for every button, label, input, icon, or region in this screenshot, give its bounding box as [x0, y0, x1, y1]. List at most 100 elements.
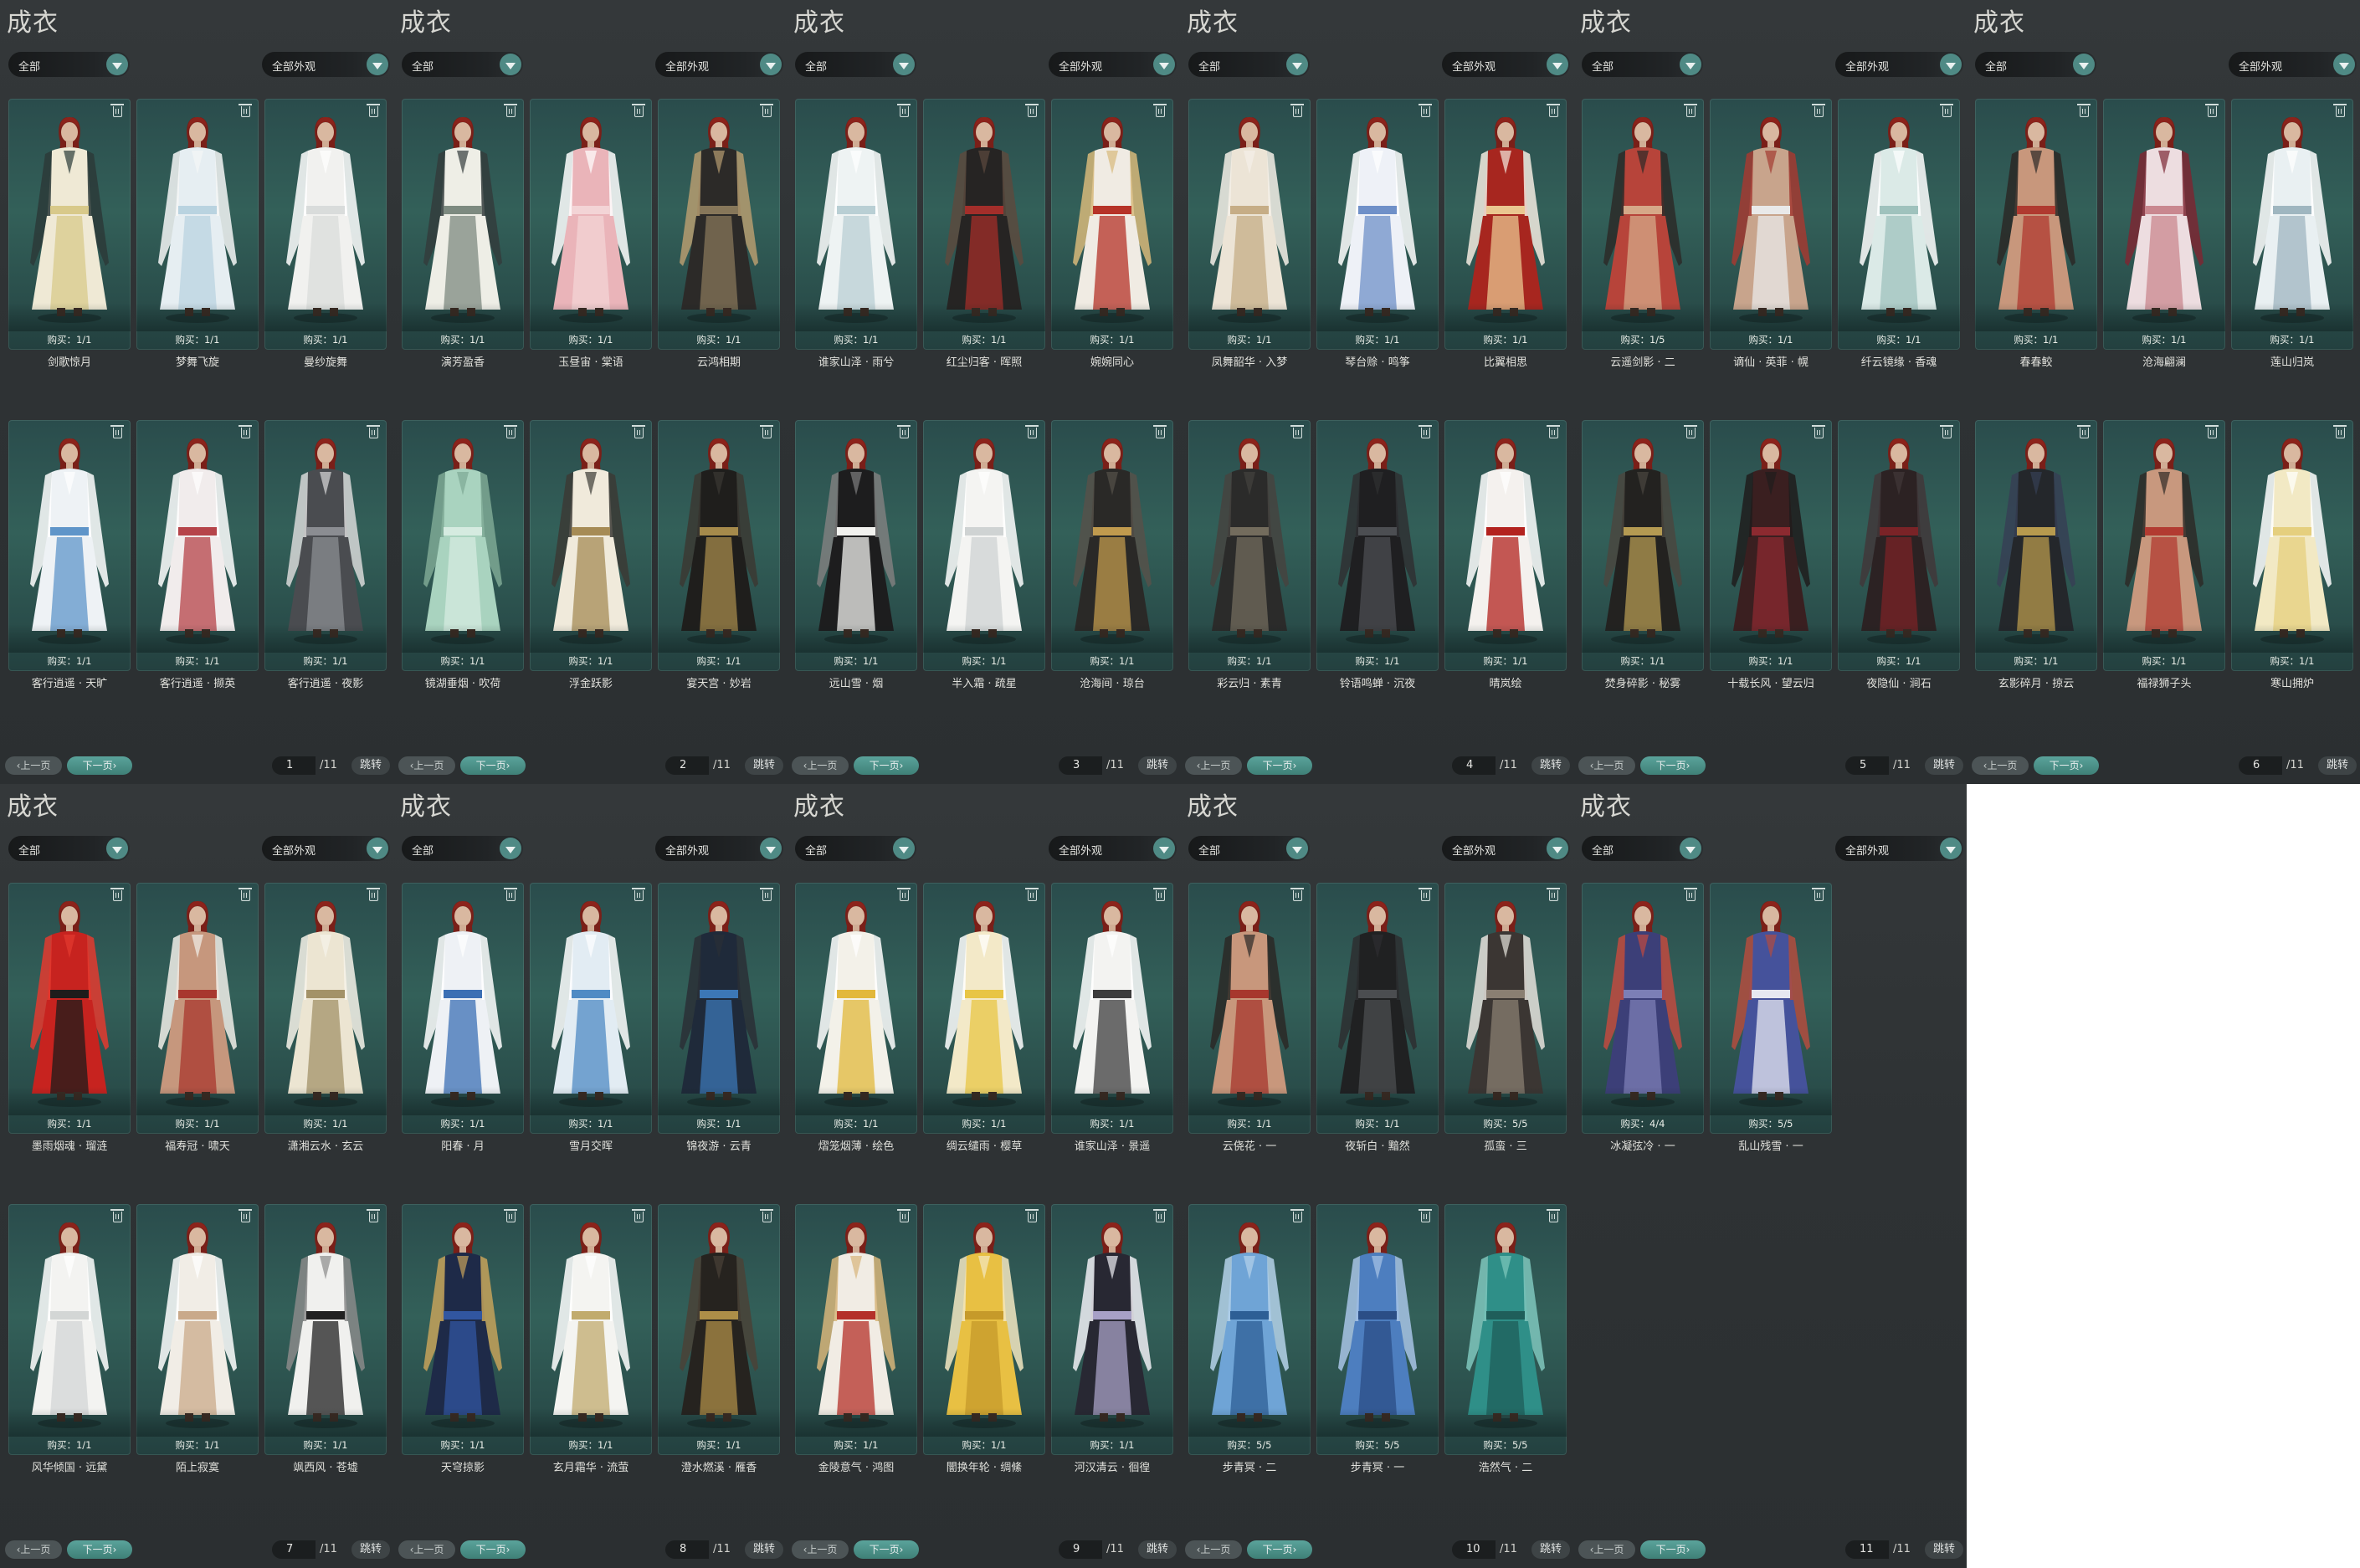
- trash-icon[interactable]: [1419, 104, 1432, 117]
- page-number-input[interactable]: 6: [2239, 756, 2282, 775]
- category-dropdown[interactable]: 全部: [1582, 836, 1703, 861]
- outfit-card[interactable]: 购买：1/1: [658, 420, 780, 671]
- next-page-button[interactable]: 下一页›: [2034, 756, 2099, 775]
- outfit-card[interactable]: 购买：1/1: [264, 420, 387, 671]
- outfit-card[interactable]: 购买：5/5: [1710, 883, 1832, 1134]
- jump-button[interactable]: 跳转: [351, 756, 390, 775]
- outfit-card[interactable]: 购买：5/5: [1316, 1204, 1439, 1455]
- outfit-card[interactable]: 购买：1/1: [795, 99, 917, 350]
- jump-button[interactable]: 跳转: [351, 1540, 390, 1559]
- trash-icon[interactable]: [239, 104, 252, 117]
- outfit-card[interactable]: 购买：1/1: [264, 1204, 387, 1455]
- outfit-card[interactable]: 购买：1/1: [1710, 420, 1832, 671]
- prev-page-button[interactable]: ‹上一页: [1578, 756, 1635, 775]
- trash-icon[interactable]: [760, 888, 773, 901]
- next-page-button[interactable]: 下一页›: [67, 756, 132, 775]
- trash-icon[interactable]: [760, 104, 773, 117]
- outfit-card[interactable]: 购买：1/1: [1710, 99, 1832, 350]
- trash-icon[interactable]: [1290, 104, 1304, 117]
- trash-icon[interactable]: [504, 888, 517, 901]
- trash-icon[interactable]: [2333, 104, 2347, 117]
- trash-icon[interactable]: [1290, 425, 1304, 438]
- next-page-button[interactable]: 下一页›: [1640, 1540, 1706, 1559]
- outfit-card[interactable]: 购买：1/1: [530, 883, 652, 1134]
- outfit-card[interactable]: 购买：4/4: [1582, 883, 1704, 1134]
- appearance-filter-dropdown[interactable]: 全部外观: [2229, 52, 2357, 77]
- jump-button[interactable]: 跳转: [1138, 756, 1177, 775]
- trash-icon[interactable]: [1684, 425, 1697, 438]
- trash-icon[interactable]: [1547, 888, 1560, 901]
- prev-page-button[interactable]: ‹上一页: [792, 1540, 849, 1559]
- trash-icon[interactable]: [1419, 888, 1432, 901]
- trash-icon[interactable]: [504, 1209, 517, 1222]
- trash-icon[interactable]: [897, 104, 911, 117]
- category-dropdown[interactable]: 全部: [1188, 52, 1310, 77]
- outfit-card[interactable]: 购买：1/1: [530, 420, 652, 671]
- page-number-input[interactable]: 11: [1845, 1540, 1889, 1559]
- outfit-card[interactable]: 购买：1/1: [8, 1204, 131, 1455]
- outfit-card[interactable]: 购买：1/1: [1188, 420, 1311, 671]
- category-dropdown[interactable]: 全部: [795, 836, 916, 861]
- prev-page-button[interactable]: ‹上一页: [792, 756, 849, 775]
- appearance-filter-dropdown[interactable]: 全部外观: [1442, 52, 1570, 77]
- page-number-input[interactable]: 10: [1452, 1540, 1496, 1559]
- prev-page-button[interactable]: ‹上一页: [1185, 1540, 1242, 1559]
- outfit-card[interactable]: 购买：1/1: [1838, 99, 1960, 350]
- outfit-card[interactable]: 购买：1/1: [1975, 420, 2097, 671]
- outfit-card[interactable]: 购买：1/1: [136, 99, 259, 350]
- trash-icon[interactable]: [110, 888, 124, 901]
- trash-icon[interactable]: [2077, 104, 2091, 117]
- trash-icon[interactable]: [1025, 888, 1039, 901]
- jump-button[interactable]: 跳转: [1531, 756, 1570, 775]
- category-dropdown[interactable]: 全部: [402, 52, 523, 77]
- next-page-button[interactable]: 下一页›: [460, 756, 526, 775]
- trash-icon[interactable]: [1812, 425, 1825, 438]
- prev-page-button[interactable]: ‹上一页: [5, 756, 62, 775]
- trash-icon[interactable]: [1684, 888, 1697, 901]
- outfit-card[interactable]: 购买：1/1: [402, 99, 524, 350]
- trash-icon[interactable]: [2205, 425, 2219, 438]
- trash-icon[interactable]: [1940, 425, 1953, 438]
- outfit-card[interactable]: 购买：1/1: [923, 883, 1045, 1134]
- jump-button[interactable]: 跳转: [1138, 1540, 1177, 1559]
- outfit-card[interactable]: 购买：1/1: [2103, 420, 2225, 671]
- outfit-card[interactable]: 购买：1/1: [795, 420, 917, 671]
- trash-icon[interactable]: [110, 104, 124, 117]
- trash-icon[interactable]: [367, 888, 380, 901]
- outfit-card[interactable]: 购买：1/1: [264, 883, 387, 1134]
- outfit-card[interactable]: 购买：1/1: [795, 883, 917, 1134]
- outfit-card[interactable]: 购买：1/1: [8, 420, 131, 671]
- trash-icon[interactable]: [632, 104, 645, 117]
- trash-icon[interactable]: [1153, 425, 1167, 438]
- trash-icon[interactable]: [760, 1209, 773, 1222]
- outfit-card[interactable]: 购买：1/1: [1975, 99, 2097, 350]
- trash-icon[interactable]: [1419, 425, 1432, 438]
- appearance-filter-dropdown[interactable]: 全部外观: [1049, 836, 1177, 861]
- category-dropdown[interactable]: 全部: [1188, 836, 1310, 861]
- trash-icon[interactable]: [632, 425, 645, 438]
- outfit-card[interactable]: 购买：1/1: [923, 1204, 1045, 1455]
- jump-button[interactable]: 跳转: [745, 756, 783, 775]
- outfit-card[interactable]: 购买：1/1: [1444, 420, 1567, 671]
- trash-icon[interactable]: [897, 888, 911, 901]
- trash-icon[interactable]: [504, 425, 517, 438]
- outfit-card[interactable]: 购买：1/1: [402, 883, 524, 1134]
- prev-page-button[interactable]: ‹上一页: [1578, 1540, 1635, 1559]
- trash-icon[interactable]: [1684, 104, 1697, 117]
- outfit-card[interactable]: 购买：1/1: [1582, 420, 1704, 671]
- outfit-card[interactable]: 购买：1/1: [1188, 883, 1311, 1134]
- category-dropdown[interactable]: 全部: [1582, 52, 1703, 77]
- jump-button[interactable]: 跳转: [1925, 756, 1963, 775]
- outfit-card[interactable]: 购买：1/1: [530, 99, 652, 350]
- trash-icon[interactable]: [504, 104, 517, 117]
- appearance-filter-dropdown[interactable]: 全部外观: [655, 836, 783, 861]
- outfit-card[interactable]: 购买：1/1: [136, 420, 259, 671]
- outfit-card[interactable]: 购买：1/1: [136, 883, 259, 1134]
- jump-button[interactable]: 跳转: [1925, 1540, 1963, 1559]
- jump-button[interactable]: 跳转: [745, 1540, 783, 1559]
- appearance-filter-dropdown[interactable]: 全部外观: [655, 52, 783, 77]
- appearance-filter-dropdown[interactable]: 全部外观: [262, 836, 390, 861]
- next-page-button[interactable]: 下一页›: [1640, 756, 1706, 775]
- outfit-card[interactable]: 购买：1/1: [795, 1204, 917, 1455]
- page-number-input[interactable]: 9: [1059, 1540, 1102, 1559]
